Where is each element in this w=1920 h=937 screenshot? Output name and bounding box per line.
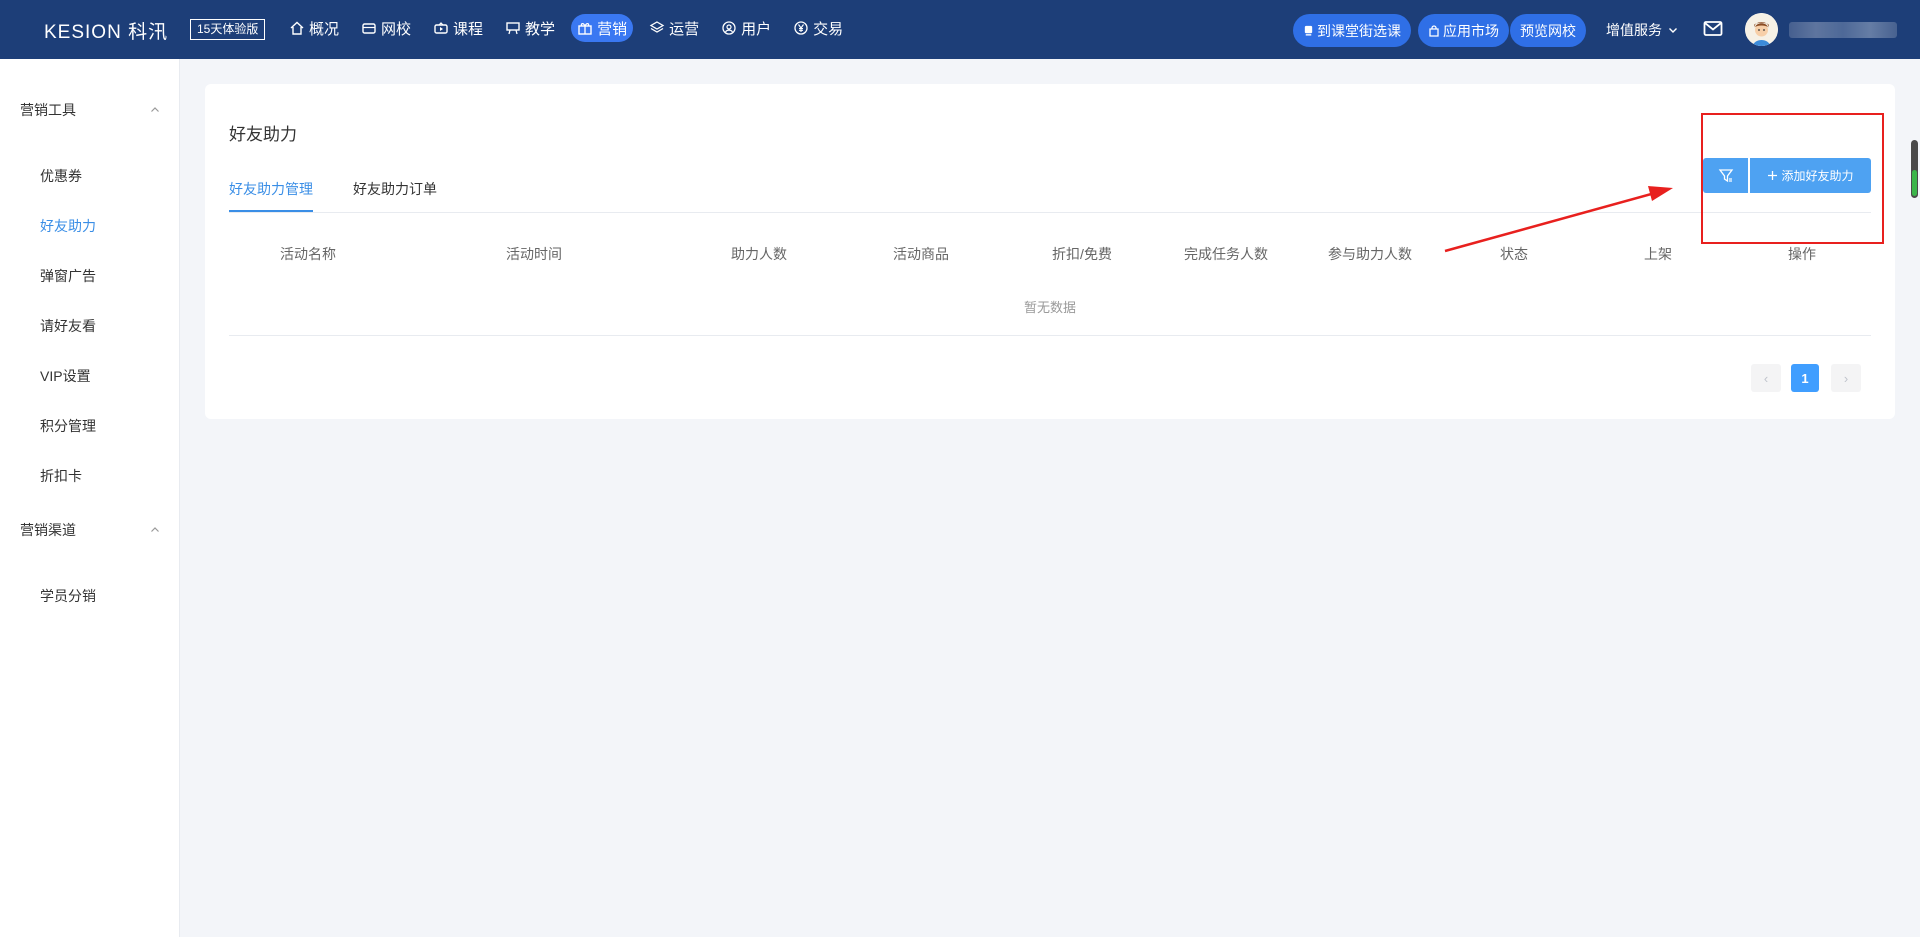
pagination-prev[interactable]: ‹ [1751, 364, 1781, 392]
yen-icon [794, 21, 808, 35]
column-header: 折扣/免费 [1052, 246, 1112, 262]
sidebar-group-marketing-channels[interactable]: 营销渠道 [20, 520, 160, 540]
pagination-current-page[interactable]: 1 [1791, 364, 1819, 392]
teach-icon [506, 22, 520, 35]
sidebar-item-distribution[interactable]: 学员分销 [40, 586, 96, 606]
column-header: 活动商品 [893, 246, 949, 262]
nav-label: 教学 [525, 20, 556, 38]
logo[interactable]: KESION 科汛 [44, 17, 168, 44]
nav-marketing[interactable]: 营销 [571, 14, 634, 42]
page-title: 好友助力 [229, 125, 297, 144]
column-header: 活动名称 [280, 246, 336, 262]
user-icon [722, 21, 736, 35]
gift-icon [578, 23, 592, 35]
sidebar-item-coupon[interactable]: 优惠券 [40, 166, 82, 186]
sidebar-item-discount-card[interactable]: 折扣卡 [40, 466, 82, 486]
nav-label: 交易 [813, 20, 844, 38]
column-header: 上架 [1644, 246, 1672, 262]
course-street-button[interactable]: 到课堂街选课 [1293, 14, 1411, 47]
sidebar-item-vip[interactable]: VIP设置 [40, 366, 91, 386]
column-header: 助力人数 [731, 246, 787, 262]
sidebar-item-popup-ad[interactable]: 弹窗广告 [40, 266, 96, 286]
nav-overview[interactable]: 概况 [283, 14, 345, 42]
school-icon [362, 23, 376, 34]
tab-divider [229, 212, 1871, 213]
main-nav: 概况 网校 课程 教学 营销 运营 用户 交易 [283, 14, 849, 42]
video-icon [434, 22, 448, 34]
column-header: 完成任务人数 [1184, 246, 1268, 262]
sidebar-item-friend-help[interactable]: 好友助力 [40, 216, 96, 236]
highlight-box [1701, 113, 1884, 244]
chevron-down-icon [1669, 28, 1677, 33]
pagination-next[interactable]: › [1831, 364, 1861, 392]
sidebar-item-invite-friend[interactable]: 请好友看 [40, 316, 96, 336]
trial-badge: 15天体验版 [190, 19, 266, 40]
nav-course[interactable]: 课程 [427, 14, 489, 42]
value-added-services-menu[interactable]: 增值服务 [1606, 20, 1678, 40]
tab-friend-help-manage[interactable]: 好友助力管理 [229, 179, 313, 199]
sidebar-group-marketing-tools[interactable]: 营销工具 [20, 100, 160, 120]
nav-school[interactable]: 网校 [355, 14, 417, 42]
nav-users[interactable]: 用户 [715, 14, 777, 42]
nav-operation[interactable]: 运营 [643, 14, 705, 42]
nav-label: 营销 [597, 20, 628, 38]
nav-label: 运营 [669, 20, 700, 38]
nav-label: 用户 [741, 20, 772, 38]
nav-trade[interactable]: 交易 [787, 14, 849, 42]
table-divider [229, 335, 1871, 336]
nav-teaching[interactable]: 教学 [499, 14, 561, 42]
column-header: 操作 [1788, 246, 1816, 262]
tab-friend-help-orders[interactable]: 好友助力订单 [353, 179, 437, 199]
column-header: 参与助力人数 [1328, 246, 1412, 262]
avatar[interactable] [1745, 13, 1778, 46]
column-header: 状态 [1500, 246, 1528, 262]
top-navbar: KESION 科汛 15天体验版 概况 网校 课程 教学 营销 运营 用户 交易… [0, 0, 1920, 59]
column-header: 活动时间 [506, 246, 562, 262]
app-market-button[interactable]: 应用市场 [1418, 14, 1509, 47]
mail-icon[interactable] [1703, 20, 1723, 38]
empty-state: 暂无数据 [1023, 300, 1076, 315]
main-card: 好友助力 好友助力管理 好友助力订单 添加好友助力 活动名称 活动时间 助力人数… [205, 84, 1895, 419]
chevron-up-icon [151, 527, 159, 532]
sidebar: 营销工具 优惠券 好友助力 弹窗广告 请好友看 VIP设置 积分管理 折扣卡 营… [0, 59, 180, 937]
home-icon [290, 21, 304, 35]
cup-icon [1304, 25, 1313, 36]
layers-icon [649, 21, 665, 33]
scrollbar-indicator [1912, 170, 1917, 196]
nav-label: 概况 [309, 20, 340, 38]
nav-label: 课程 [453, 20, 484, 38]
username-blurred [1789, 22, 1897, 38]
bag-icon [1429, 24, 1439, 37]
chevron-up-icon [151, 107, 159, 112]
preview-school-button[interactable]: 预览网校 [1510, 14, 1586, 47]
nav-label: 网校 [381, 20, 412, 38]
sidebar-item-points[interactable]: 积分管理 [40, 416, 96, 436]
table-header: 活动名称 活动时间 助力人数 活动商品 折扣/免费 完成任务人数 参与助力人数 … [229, 244, 1871, 264]
